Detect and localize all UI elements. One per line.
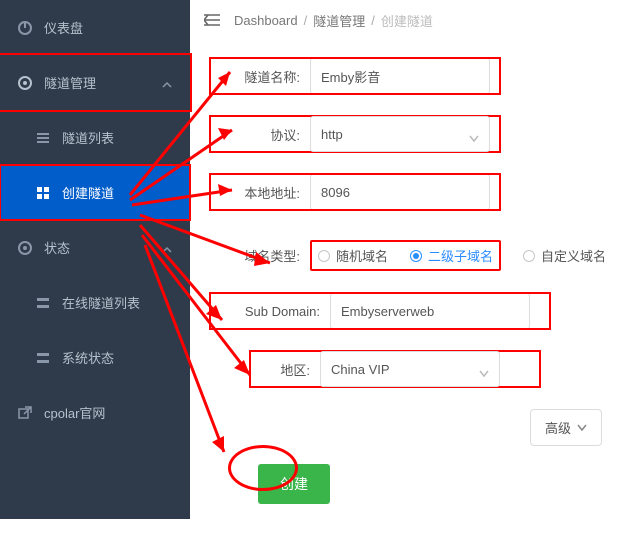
sidebar-item-label: 隧道管理 (44, 73, 162, 92)
row-subdomain: Sub Domain: Embyserverweb (210, 293, 550, 329)
sidebar-item-label: 在线隧道列表 (62, 293, 172, 312)
main-content: Dashboard / 隧道管理 / 创建隧道 隧道名称: Emby影音 协议:… (190, 0, 642, 534)
sidebar-item-tunnel-list[interactable]: 隧道列表 (0, 110, 190, 165)
chevron-up-icon (162, 243, 172, 253)
local-addr-label: 本地地址: (210, 183, 310, 202)
subdomain-input[interactable]: Embyserverweb (330, 293, 530, 329)
tunnel-name-input[interactable]: Emby影音 (310, 58, 490, 94)
sidebar: 仪表盘 隧道管理 隧道列表 创建隧道 状态 在线隧道列表 系统状态 cpolar… (0, 0, 190, 519)
external-icon (18, 406, 32, 420)
region-label: 地区: (250, 360, 320, 379)
subdomain-label: Sub Domain: (210, 304, 330, 319)
row-region: 地区: China VIP (250, 351, 540, 387)
target-icon (18, 76, 32, 90)
chevron-down-icon (469, 131, 479, 146)
protocol-label: 协议: (210, 125, 310, 144)
breadcrumb-c: 创建隧道 (381, 11, 433, 30)
menu-toggle-icon[interactable] (204, 14, 220, 26)
create-tunnel-form: 隧道名称: Emby影音 协议: http 本地地址: 8096 域名类型: 随… (190, 40, 642, 514)
row-advanced: 高级 (210, 409, 622, 446)
sidebar-item-online-tunnels[interactable]: 在线隧道列表 (0, 275, 190, 330)
sidebar-item-label: 状态 (44, 238, 162, 257)
breadcrumb-sep: / (371, 13, 375, 28)
grid-icon (36, 186, 50, 200)
breadcrumb-a[interactable]: Dashboard (234, 13, 298, 28)
protocol-select[interactable]: http (310, 116, 490, 152)
tunnel-name-label: 隧道名称: (210, 67, 310, 86)
chevron-down-icon (479, 366, 489, 381)
sidebar-item-cpolar-site[interactable]: cpolar官网 (0, 385, 190, 440)
chevron-down-icon (577, 424, 587, 432)
radio-custom-domain[interactable]: 自定义域名 (523, 246, 606, 265)
row-local-addr: 本地地址: 8096 (210, 174, 500, 210)
chevron-up-icon (162, 78, 172, 88)
sidebar-item-label: 隧道列表 (62, 128, 172, 147)
grid-icon (36, 296, 50, 310)
sidebar-item-status[interactable]: 状态 (0, 220, 190, 275)
sidebar-item-label: 仪表盘 (44, 18, 172, 37)
sidebar-item-label: cpolar官网 (44, 403, 172, 422)
radio-random-domain[interactable]: 随机域名 (318, 246, 388, 265)
region-select[interactable]: China VIP (320, 351, 500, 387)
sidebar-item-label: 创建隧道 (62, 183, 172, 202)
row-submit: 创建 (210, 464, 622, 504)
create-button[interactable]: 创建 (258, 464, 330, 504)
list-icon (36, 131, 50, 145)
row-tunnel-name: 隧道名称: Emby影音 (210, 58, 500, 94)
sidebar-item-system-status[interactable]: 系统状态 (0, 330, 190, 385)
row-protocol: 协议: http (210, 116, 500, 152)
topbar: Dashboard / 隧道管理 / 创建隧道 (190, 0, 642, 40)
sidebar-item-create-tunnel[interactable]: 创建隧道 (0, 165, 190, 220)
sidebar-item-dashboard[interactable]: 仪表盘 (0, 0, 190, 55)
domain-type-label: 域名类型: (210, 246, 310, 265)
breadcrumb-b[interactable]: 隧道管理 (313, 11, 365, 30)
row-domain-type: 域名类型: 随机域名 二级子域名 自定义域名 (210, 240, 622, 271)
dashboard-icon (18, 21, 32, 35)
target-icon (18, 241, 32, 255)
breadcrumb-sep: / (304, 13, 308, 28)
advanced-button[interactable]: 高级 (530, 409, 602, 446)
sidebar-item-label: 系统状态 (62, 348, 172, 367)
local-addr-input[interactable]: 8096 (310, 174, 490, 210)
grid-icon (36, 351, 50, 365)
sidebar-item-tunnel-mgmt[interactable]: 隧道管理 (0, 55, 190, 110)
radio-sub-domain[interactable]: 二级子域名 (410, 246, 493, 265)
